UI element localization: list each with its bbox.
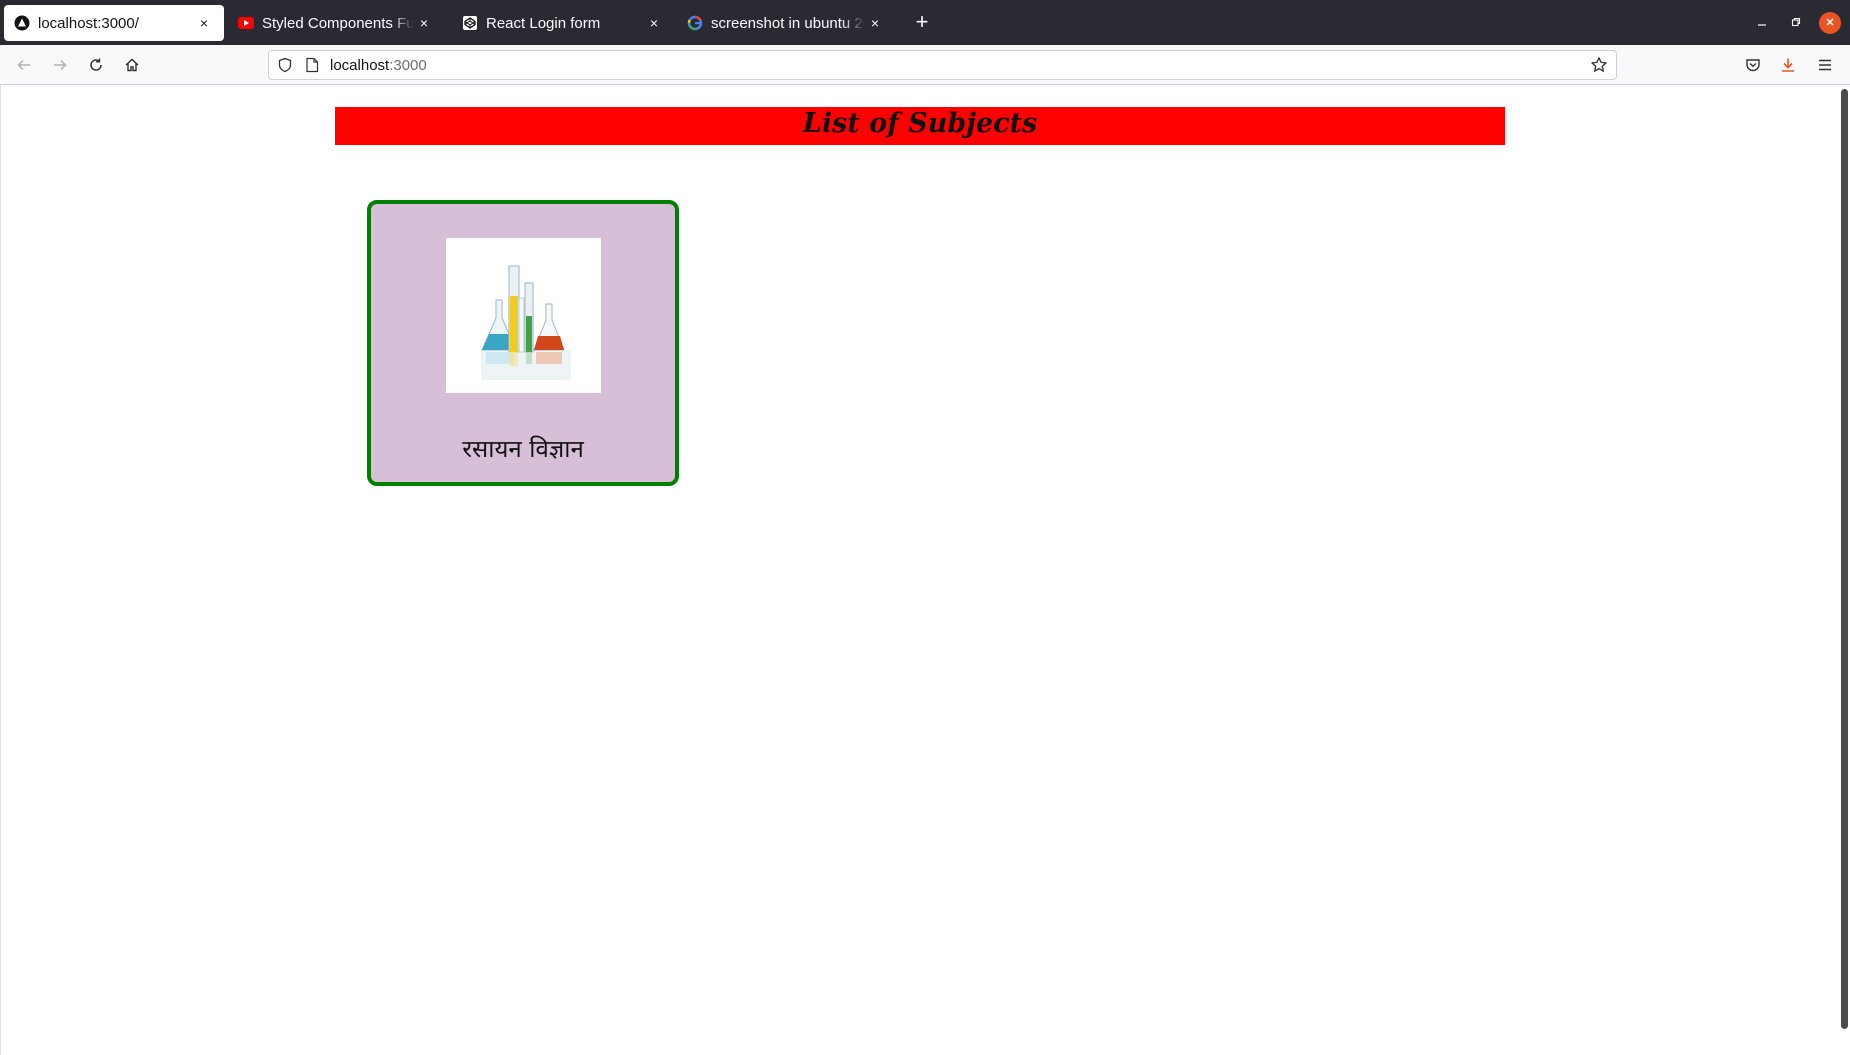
close-tab-icon[interactable]: ×: [194, 15, 214, 31]
page-viewport: List of Subjects रसायन विज्ञान: [0, 85, 1850, 1055]
close-tab-icon[interactable]: ×: [865, 15, 885, 31]
subject-card[interactable]: रसायन विज्ञान: [367, 200, 679, 486]
reload-icon[interactable]: [84, 53, 108, 77]
close-tab-icon[interactable]: ×: [414, 15, 434, 31]
bookmark-star-icon[interactable]: [1590, 56, 1608, 79]
tab-title: localhost:3000/: [38, 14, 139, 32]
page-title: List of Subjects: [802, 108, 1038, 139]
url-port: :3000: [389, 57, 427, 74]
close-tab-icon[interactable]: ×: [644, 15, 664, 31]
forward-arrow-icon[interactable]: [48, 53, 72, 77]
url-text[interactable]: localhost:3000: [330, 57, 427, 74]
google-icon: [687, 15, 703, 31]
page-header: List of Subjects: [335, 107, 1505, 145]
hamburger-menu-icon[interactable]: [1813, 53, 1837, 77]
subject-name: रसायन विज्ञान: [462, 435, 584, 463]
pocket-icon[interactable]: [1741, 53, 1765, 77]
tab-react-login-form[interactable]: React Login form ×: [452, 5, 674, 41]
tracking-protection-shield-icon[interactable]: [277, 57, 293, 78]
minimize-icon[interactable]: [1751, 12, 1773, 34]
url-bar[interactable]: localhost:3000: [268, 50, 1617, 80]
chemistry-lab-glassware-image: [446, 238, 601, 393]
home-icon[interactable]: [120, 53, 144, 77]
page-info-icon[interactable]: [305, 57, 319, 78]
url-host: localhost: [330, 57, 390, 74]
navigation-toolbar: localhost:3000: [0, 45, 1850, 85]
downloads-icon[interactable]: [1776, 53, 1800, 77]
window-close-icon[interactable]: [1819, 12, 1841, 34]
back-arrow-icon[interactable]: [12, 53, 36, 77]
tab-title: screenshot in ubuntu 20.0: [711, 14, 865, 32]
tab-title: React Login form: [486, 14, 601, 32]
vertical-scrollbar[interactable]: [1841, 89, 1848, 1029]
codepen-icon: [462, 15, 478, 31]
restore-icon[interactable]: [1785, 12, 1807, 34]
app-icon: [14, 15, 30, 31]
youtube-icon: [238, 15, 254, 31]
tab-strip: localhost:3000/ × Styled Components Full…: [0, 0, 1850, 45]
tab-google-search[interactable]: screenshot in ubuntu 20.0 ×: [677, 5, 895, 41]
tab-title: Styled Components Full T: [262, 14, 414, 32]
new-tab-button[interactable]: +: [910, 10, 934, 34]
tab-styled-components[interactable]: Styled Components Full T ×: [228, 5, 444, 41]
tab-localhost[interactable]: localhost:3000/ ×: [4, 5, 224, 41]
